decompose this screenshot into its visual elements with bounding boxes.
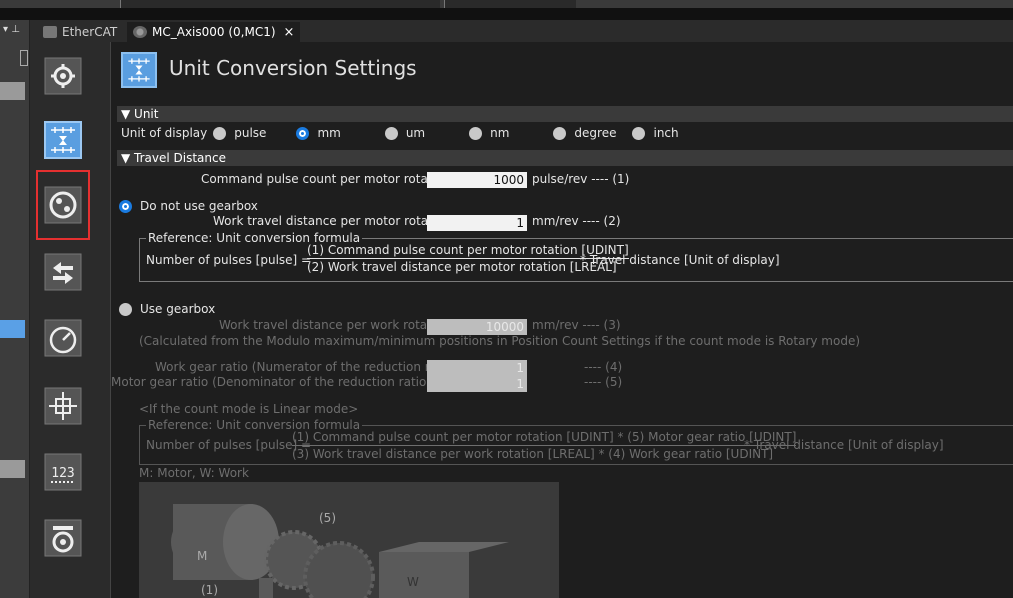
radio-inch-label: inch [653, 126, 679, 140]
pin-icon[interactable]: ▾ ⊥ [3, 24, 29, 36]
formula-numerator: (1) Command pulse count per motor rotati… [292, 430, 797, 446]
formula-fraction: (1) Command pulse count per motor rotati… [292, 430, 797, 461]
work-travel-label: Work travel distance per motor rotation [213, 214, 452, 228]
diagram-label-5: (5) [319, 511, 336, 525]
unit-conversion-icon[interactable] [43, 120, 83, 160]
formula-lhs: Number of pulses [pulse] = [146, 253, 312, 267]
radio-mm[interactable] [296, 126, 310, 140]
use-gearbox-label: Use gearbox [140, 302, 216, 316]
panel-item[interactable] [0, 82, 25, 100]
panel-scroll-handle[interactable] [20, 50, 28, 66]
legend-motor-work: M: Motor, W: Work [139, 466, 249, 480]
limit-arrows-icon[interactable] [43, 252, 83, 292]
operation-icon[interactable] [36, 170, 90, 240]
use-gearbox-option[interactable]: Use gearbox [119, 302, 215, 316]
radio-pulse-label: pulse [234, 126, 267, 140]
motor-gear-input[interactable]: 1 [427, 376, 527, 392]
diagram-label-w: W [407, 575, 419, 589]
radio-no-gearbox[interactable] [119, 199, 132, 213]
speed-gauge-icon[interactable] [43, 318, 83, 358]
work-gear-input[interactable]: 1 [427, 360, 527, 376]
left-side-panel: ▾ ⊥ [0, 20, 30, 598]
section-travel-distance-header[interactable]: ▼ Travel Distance [117, 150, 1013, 166]
editor-tab-bar: EtherCAT MC_Axis000 (0,MC1) × [31, 20, 1013, 42]
work-rot-input[interactable]: 10000 [427, 319, 527, 335]
panel-item-selected[interactable] [0, 320, 25, 338]
radio-inch[interactable] [632, 126, 646, 140]
toolbar-segment [444, 0, 576, 8]
radio-use-gearbox[interactable] [119, 302, 132, 316]
radio-um[interactable] [384, 126, 398, 140]
work-rot-label: Work travel distance per work rotation [219, 318, 451, 332]
toolbar-divider [0, 8, 1013, 20]
panel-item[interactable] [0, 460, 25, 478]
no-gearbox-option[interactable]: Do not use gearbox [119, 199, 258, 213]
cmd-pulse-label: Command pulse count per motor rotation [201, 172, 451, 186]
page-title: Unit Conversion Settings [169, 56, 417, 80]
work-gear-unit: ---- (4) [584, 360, 623, 374]
formula-denominator: (3) Work travel distance per work rotati… [292, 447, 774, 461]
svg-text:123: 123 [51, 466, 74, 481]
tab-mc-axis000[interactable]: MC_Axis000 (0,MC1) × [127, 22, 301, 42]
reference-formula-box-linear: Reference: Unit conversion formula Numbe… [139, 418, 1013, 465]
position-crosshair-icon[interactable] [43, 386, 83, 426]
work-travel-input[interactable]: 1 [427, 215, 527, 231]
close-icon[interactable]: × [284, 25, 295, 40]
no-gearbox-label: Do not use gearbox [140, 199, 258, 213]
diagram-label-1: (1) [201, 583, 218, 597]
cmd-pulse-input[interactable]: 1000 [427, 172, 527, 188]
formula-lhs: Number of pulses [pulse] = [146, 438, 312, 452]
reference-formula-box: Reference: Unit conversion formula Numbe… [139, 231, 1013, 282]
tab-ethercat[interactable]: EtherCAT [37, 22, 123, 42]
settings-gear-icon[interactable] [43, 56, 83, 96]
linear-mode-note: <If the count mode is Linear mode> [139, 402, 359, 416]
count-123-icon[interactable]: 123 [43, 452, 83, 492]
unit-conversion-settings-panel: Unit Conversion Settings ▼ Unit Unit of … [111, 42, 1013, 598]
radio-nm[interactable] [469, 126, 483, 140]
motor-gear-unit: ---- (5) [584, 375, 623, 389]
settings-icon-rail: 123 [31, 42, 111, 598]
calc-note: (Calculated from the Modulo maximum/mini… [139, 334, 861, 348]
servo-motor-icon[interactable] [43, 518, 83, 558]
unit-of-display-row: Unit of display pulse mm um nm degree in… [121, 126, 679, 140]
section-unit-header[interactable]: ▼ Unit [117, 106, 1013, 122]
work-rot-unit: mm/rev ---- (3) [532, 318, 621, 332]
unit-of-display-label: Unit of display [121, 126, 208, 140]
tab-label: EtherCAT [62, 25, 118, 39]
radio-degree[interactable] [553, 126, 567, 140]
radio-nm-label: nm [490, 126, 510, 140]
radio-mm-label: mm [317, 126, 341, 140]
toolbar-segment [120, 0, 440, 8]
tab-label: MC_Axis000 (0,MC1) [152, 25, 276, 39]
gearbox-diagram: M (5) (1) W [139, 482, 559, 598]
ethercat-icon [43, 26, 57, 38]
radio-um-label: um [405, 126, 426, 140]
radio-degree-label: degree [574, 126, 617, 140]
work-travel-unit: mm/rev ---- (2) [532, 214, 621, 228]
unit-conversion-header-icon [121, 52, 157, 88]
axis-gear-icon [133, 26, 147, 38]
cmd-pulse-unit: pulse/rev ---- (1) [532, 172, 630, 186]
radio-pulse[interactable] [213, 126, 227, 140]
motor-gear-label: Motor gear ratio (Denominator of the red… [111, 375, 432, 389]
formula-rhs: * Travel distance [Unit of display] [580, 253, 780, 267]
diagram-label-m: M [197, 549, 207, 563]
top-toolbar-strip [0, 0, 1013, 8]
formula-rhs: * Travel distance [Unit of display] [744, 438, 944, 452]
work-gear-label: Work gear ratio (Numerator of the reduct… [155, 360, 458, 374]
